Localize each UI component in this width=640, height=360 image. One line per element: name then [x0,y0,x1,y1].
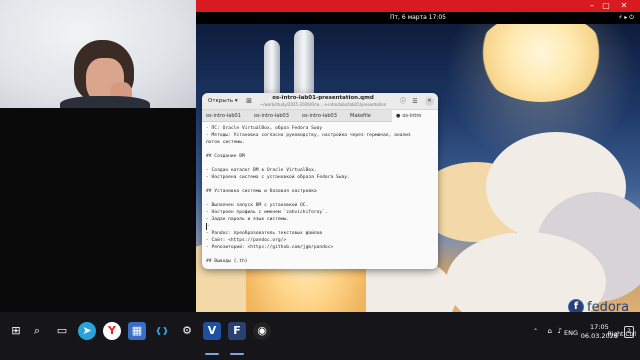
text-line: - Задан пароль и язык системы. [206,217,289,222]
vscode-icon[interactable]: ❰❱ [153,322,171,340]
tab-label: os-intro-lab03 [302,113,337,119]
moon [476,12,606,102]
text-line: логов системы. [206,140,245,145]
active-app-indicator [230,353,244,355]
settings-icon[interactable]: ⚙ [178,322,196,340]
tab-os-intro-lab03[interactable]: os-intro-lab03 [250,110,298,122]
text-line: - Репозиторий: <https://github.com/jgm/p… [206,245,334,250]
text-line: - Pandoc: преобразователь текстовых файл… [206,231,323,236]
text-line [206,195,434,202]
tab-os-intro-lab03-b[interactable]: os-intro-lab03 [298,110,346,122]
close-button[interactable]: ✕ [619,1,629,11]
document-title: os-intro-lab01-presentation.qmd [272,95,374,101]
webcam-overlay [0,0,196,108]
text-line: ## Выводы {.th} [206,259,248,264]
document-path: ~/work/study/2025-2026/Опе... е-intro/la… [259,102,387,107]
text-line: - Сайт: <https://pandoc.org/> [206,238,287,243]
desktop-screen: – ▢ ✕ Пт, 6 марта 17:05 ⚡ ▸ ⏻ f fedora О… [0,0,640,360]
webcam-person-shirt [60,96,150,108]
virtualbox-vm-icon[interactable]: F [228,322,246,340]
network-icon[interactable]: ⌂ [548,327,552,335]
obs-icon[interactable]: ◉ [253,322,271,340]
text-editor-window: Открыть ▾ ⊞ os-intro-lab01-presentation.… [202,93,438,269]
virtualbox-host-key-label: Right Ctrl [607,331,636,338]
yandex-browser-icon[interactable]: Y [103,322,121,340]
text-line: - Настроена система с установкой образа … [206,175,350,180]
text-line [206,146,434,153]
gnome-top-bar: Пт, 6 марта 17:05 ⚡ ▸ ⏻ [196,12,640,24]
telegram-icon[interactable]: ➤ [78,322,96,340]
tab-label: os-intro-lab03 [254,113,289,119]
modified-dot-icon: ● [396,113,401,119]
gnome-system-tray[interactable]: ⚡ ▸ ⏻ [618,12,634,24]
minimize-button[interactable]: – [587,1,597,11]
virtualbox-icon[interactable]: V [203,322,221,340]
text-line: ## Создание ВМ [206,154,245,159]
new-tab-icon[interactable]: ⊞ [244,96,254,107]
gnome-clock[interactable]: Пт, 6 марта 17:05 [196,12,640,24]
editor-text-area[interactable]: - ПС: Oracle VirtualBox, образ Fedora Sw… [202,123,438,269]
task-view-icon[interactable]: ▭ [53,322,71,340]
windows-start-icon[interactable]: ⊞ [7,322,25,340]
text-line: - Создан каталог ВМ в Oracle VirtualBox. [206,168,317,173]
text-line [206,160,434,167]
tray-overflow-icon[interactable]: ⌃ [533,328,538,335]
editor-tab-bar: os-intro-lab01 os-intro-lab03 os-intro-l… [202,110,438,122]
text-line [206,251,434,258]
volume-icon[interactable]: ♪ [558,327,562,335]
tab-makefile[interactable]: Makefile [346,110,392,122]
active-app-indicator [205,353,219,355]
text-line: - ПС: Oracle VirtualBox, образ Fedora Sw… [206,126,323,131]
tab-os-intro-lab01[interactable]: os-intro-lab01 [202,110,250,122]
text-line [206,181,434,188]
tab-label: os-intro-lab01 [206,113,241,119]
text-line: ## Установка системы и базовая настройка [206,189,317,194]
text-line: - Настроен профиль с именем `zahvickifor… [206,210,328,215]
tab-label: os-intro [402,113,422,119]
windows-taskbar: ⊞ ⌕ ▭ ➤ Y ▦ ❰❱ ⚙ V F ◉ ⌃ ⌂ ♪ ENG 17:05 0… [0,312,640,360]
tab-os-intro-active[interactable]: ● os-intro [392,110,438,122]
maximize-button[interactable]: ▢ [601,1,611,11]
host-desktop-black-area [0,108,196,312]
editor-headerbar[interactable]: Открыть ▾ ⊞ os-intro-lab01-presentation.… [202,93,438,110]
text-line: - [206,223,434,230]
menu-icon[interactable]: ☰ [410,96,420,107]
text-line: - Методы: Установка согласно руководству… [206,133,411,138]
language-indicator[interactable]: ENG [564,329,578,337]
text-line: - Выполнен запуск ВМ с установкой ОС. [206,203,309,208]
editor-title: os-intro-lab01-presentation.qmd ~/work/s… [258,95,388,107]
document-info-icon[interactable]: ⓘ [398,96,408,107]
open-button[interactable]: Открыть ▾ [206,96,240,107]
editor-close-button[interactable]: ✕ [425,97,434,106]
vm-titlebar[interactable]: – ▢ ✕ [196,0,640,12]
search-icon[interactable]: ⌕ [28,322,46,340]
tab-label: Makefile [350,113,371,119]
photos-icon[interactable]: ▦ [128,322,146,340]
